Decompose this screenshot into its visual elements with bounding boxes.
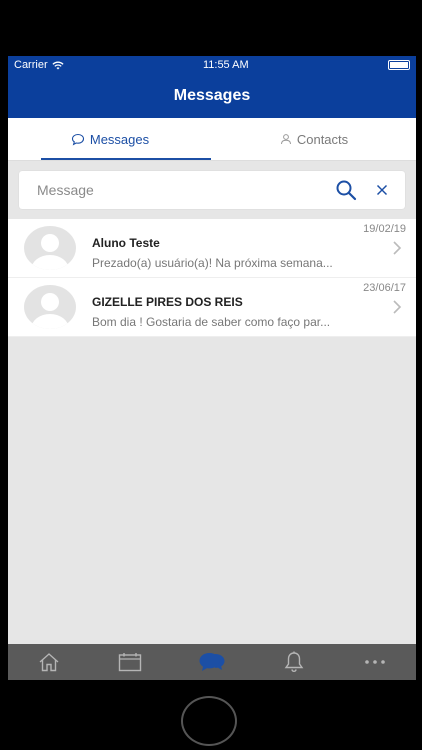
chevron-right-icon (393, 241, 402, 255)
app-screen: Carrier 11:55 AM Messages Messages Conta… (8, 56, 416, 680)
message-list: Aluno Teste Prezado(a) usuário(a)! Na pr… (8, 219, 416, 337)
person-icon (280, 134, 291, 145)
chat-bubbles-icon (199, 653, 225, 671)
nav-calendar[interactable] (90, 652, 172, 672)
tab-contacts[interactable]: Contacts (212, 118, 416, 160)
status-bar: Carrier 11:55 AM (8, 56, 416, 74)
home-icon (39, 653, 59, 672)
device-home-button[interactable] (181, 696, 237, 746)
tab-contacts-label: Contacts (296, 131, 349, 147)
status-left: Carrier (14, 59, 64, 71)
message-row[interactable]: Aluno Teste Prezado(a) usuário(a)! Na pr… (8, 219, 416, 278)
search-bar (19, 171, 405, 209)
avatar (24, 226, 76, 270)
search-button[interactable] (333, 177, 359, 203)
nav-more[interactable] (334, 659, 416, 665)
message-preview: Prezado(a) usuário(a)! Na próxima semana… (92, 256, 333, 270)
search-icon (336, 180, 357, 201)
message-row[interactable]: GIZELLE PIRES DOS REIS Bom dia ! Gostari… (8, 278, 416, 337)
avatar-placeholder-icon (24, 226, 76, 270)
chat-bubble-icon (71, 133, 84, 145)
tab-messages[interactable]: Messages (8, 118, 212, 160)
wifi-icon (52, 61, 64, 69)
calendar-icon (119, 653, 142, 672)
bell-icon (284, 651, 303, 673)
message-date: 19/02/19 (363, 223, 406, 235)
avatar (24, 285, 76, 329)
more-dots-icon (365, 660, 385, 664)
nav-notifications[interactable] (253, 651, 335, 673)
tab-bar: Messages Contacts (8, 118, 416, 161)
message-date: 23/06/17 (363, 282, 406, 294)
tab-messages-label: Messages (89, 131, 150, 147)
nav-bar: Messages (8, 74, 416, 118)
sender-name: Aluno Teste (92, 236, 160, 250)
clear-search-button[interactable] (369, 177, 395, 203)
close-icon (376, 184, 388, 196)
status-time: 11:55 AM (202, 59, 249, 71)
search-input[interactable] (35, 181, 333, 199)
page-title: Messages (173, 87, 251, 104)
sender-name: GIZELLE PIRES DOS REIS (92, 295, 243, 309)
chevron-right-icon (393, 300, 402, 314)
nav-messages[interactable] (171, 651, 253, 673)
battery-icon (387, 60, 410, 70)
message-preview: Bom dia ! Gostaria de saber como faço pa… (92, 315, 331, 329)
nav-home[interactable] (8, 652, 90, 672)
avatar-placeholder-icon (24, 285, 76, 329)
carrier-label: Carrier (14, 59, 48, 71)
bottom-nav (8, 644, 416, 680)
